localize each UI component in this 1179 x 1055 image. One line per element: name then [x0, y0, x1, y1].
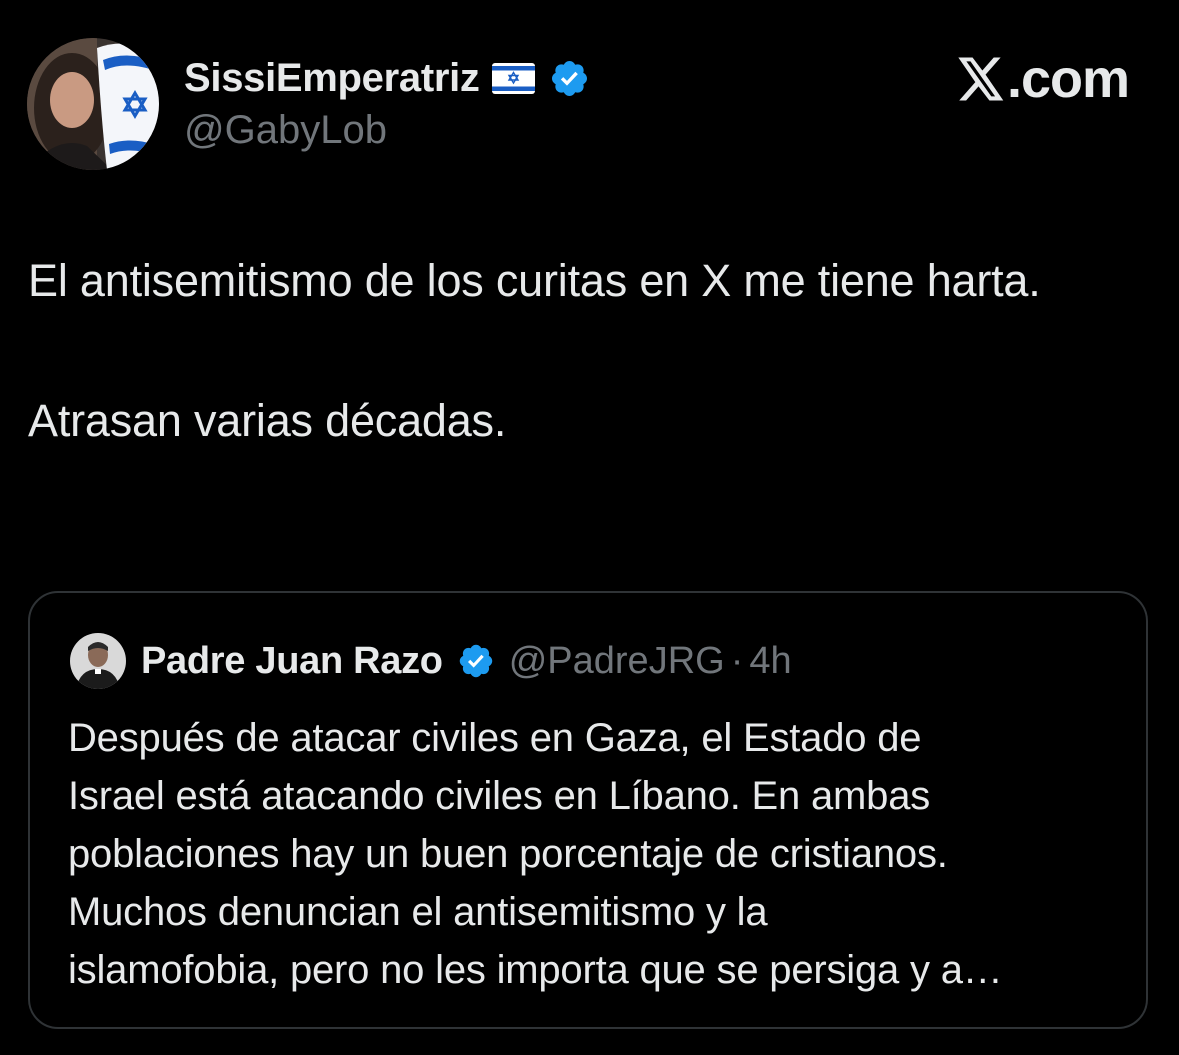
- brand-mark: .com: [958, 49, 1130, 109]
- quoted-author-avatar[interactable]: [70, 633, 126, 689]
- tweet-text: El antisemitismo de los curitas en X me …: [28, 255, 1041, 446]
- author-avatar[interactable]: [27, 38, 159, 170]
- quoted-author-display-name[interactable]: Padre Juan Razo: [141, 640, 443, 683]
- quoted-author-handle[interactable]: @PadreJRG: [509, 640, 725, 683]
- brand-text: .com: [1006, 49, 1130, 109]
- author-name-row: SissiEmperatriz: [184, 52, 590, 104]
- quoted-tweet-header: Padre Juan Razo @PadreJRG · 4h: [70, 633, 792, 689]
- profile-photo-icon: [27, 38, 159, 170]
- quoted-tweet-card[interactable]: Padre Juan Razo @PadreJRG · 4h Después d…: [28, 591, 1148, 1029]
- quoted-timestamp[interactable]: 4h: [749, 640, 791, 683]
- quoted-separator: ·: [730, 639, 744, 682]
- verified-badge-icon[interactable]: [549, 58, 590, 99]
- x-logo-icon: [958, 57, 1005, 101]
- priest-photo-icon: [70, 633, 126, 689]
- israel-flag-icon: [491, 62, 535, 94]
- author-display-name[interactable]: SissiEmperatriz: [184, 56, 480, 101]
- quoted-verified-badge-icon[interactable]: [457, 642, 495, 680]
- author-handle[interactable]: @GabyLob: [184, 108, 387, 153]
- tweet-screenshot: SissiEmperatriz @GabyLob .com El antisem…: [0, 0, 1179, 1055]
- quoted-tweet-text: Después de atacar civiles en Gaza, el Es…: [68, 716, 1003, 992]
